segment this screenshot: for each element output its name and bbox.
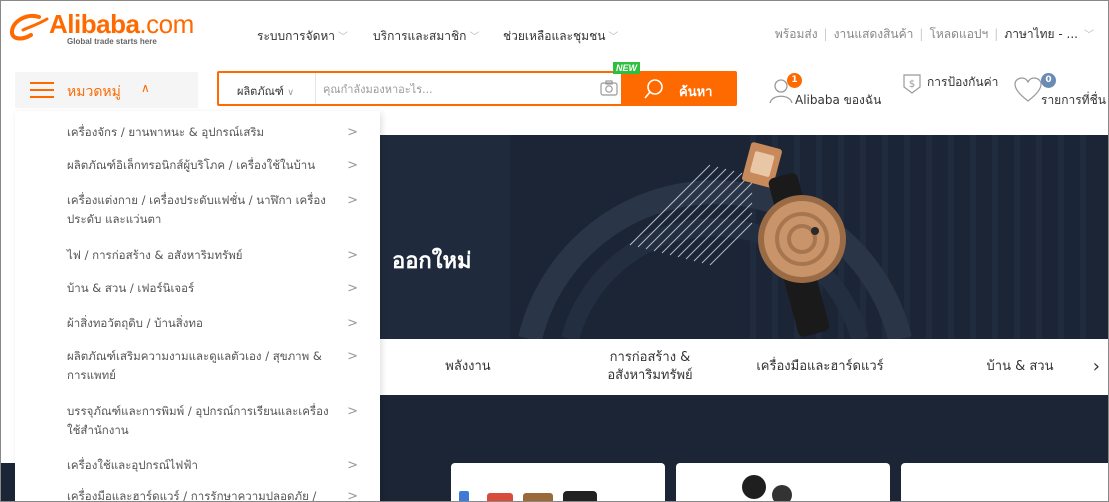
chevron-right-icon: >: [347, 349, 358, 364]
hero-title: ออกใหม่: [392, 249, 472, 274]
chevron-right-icon: >: [347, 316, 358, 331]
search-button[interactable]: ค้นหา: [621, 73, 735, 104]
category-menu: เครื่องจักร / ยานพาหนะ & อุปกรณ์เสริม > ผ…: [15, 111, 380, 502]
chevron-right-icon: >: [347, 158, 358, 173]
nav-services-label: บริการและสมาชิก: [373, 29, 467, 43]
ready-to-ship-link[interactable]: พร้อมส่ง: [775, 27, 818, 41]
strip-category-construction[interactable]: การก่อสร้าง & อสังหาริมทรัพย์: [590, 349, 710, 385]
trade-shows-link[interactable]: งานแสดงสินค้า: [834, 27, 914, 41]
svg-text:$: $: [909, 79, 915, 90]
category-menu-item[interactable]: บ้าน & สวน / เฟอร์นิเจอร์ >: [15, 279, 380, 298]
logo[interactable]: Alibaba.com Global trade starts here: [9, 7, 194, 51]
alibaba-homepage: Alibaba.com Global trade starts here ระบ…: [0, 0, 1109, 502]
favorites-badge: 0: [1041, 73, 1056, 88]
category-menu-item-label: บรรจุภัณฑ์และการพิมพ์ / อุปกรณ์การเรียนแ…: [67, 404, 329, 437]
category-menu-item[interactable]: ผลิตภัณฑ์เสริมความงามและดูแลตัวเอง / สุข…: [15, 347, 380, 385]
hero-illustration: [518, 135, 1086, 339]
logo-wordmark: Alibaba.com: [49, 9, 194, 39]
category-menu-item[interactable]: เครื่องมือและฮาร์ดแวร์ / การรักษาความปลอ…: [15, 487, 380, 502]
strip-category-tools[interactable]: เครื่องมือและฮาร์ดแวร์: [735, 358, 905, 376]
product-card[interactable]: [451, 463, 665, 501]
chevron-down-icon: ∨: [287, 88, 295, 98]
dollar-shield-icon: $: [903, 74, 921, 94]
category-menu-item[interactable]: บรรจุภัณฑ์และการพิมพ์ / อุปกรณ์การเรียนแ…: [15, 402, 380, 440]
nav-sourcing[interactable]: ระบบการจัดหา ﹀: [257, 27, 348, 46]
logo-tagline: Global trade starts here: [67, 37, 157, 46]
categories-label: หมวดหมู่: [67, 84, 121, 100]
top-links: พร้อมส่ง | งานแสดงสินค้า | โหลดแอปฯ | ภาษาไทย …: [774, 27, 1094, 41]
chevron-right-icon: >: [347, 489, 358, 502]
category-menu-item-label: ผ้าสิ่งทอวัตถุดิบ / บ้านสิ่งทอ: [67, 316, 203, 330]
alibaba-logo-icon: [9, 14, 49, 41]
notification-badge: 1: [787, 73, 802, 88]
search-type-label: ผลิตภัณฑ์: [237, 85, 284, 98]
category-menu-item[interactable]: ไฟ / การก่อสร้าง & อสังหาริมทรัพย์ >: [15, 246, 380, 265]
category-menu-item-label: เครื่องใช้และอุปกรณ์ไฟฟ้า: [67, 458, 198, 472]
category-menu-item-label: เครื่องจักร / ยานพาหนะ & อุปกรณ์เสริม: [67, 125, 265, 139]
favorites-label: รายการที่ชื่น: [1041, 93, 1106, 107]
category-menu-item[interactable]: ผลิตภัณฑ์อิเล็กทรอนิกส์ผู้บริโภค / เครื่…: [15, 156, 380, 175]
search-bar: ผลิตภัณฑ์ ∨ ค้นหา: [217, 71, 737, 106]
chevron-right-icon: >: [347, 125, 358, 140]
menu-icon: [30, 82, 54, 98]
category-menu-item-label: ไฟ / การก่อสร้าง & อสังหาริมทรัพย์: [67, 248, 243, 262]
chevron-right-icon: >: [347, 281, 358, 296]
chevron-right-icon: >: [347, 404, 358, 419]
get-app-link[interactable]: โหลดแอปฯ: [929, 27, 988, 41]
promo-section: [380, 395, 1108, 465]
category-menu-item[interactable]: เครื่องจักร / ยานพาหนะ & อุปกรณ์เสริม >: [15, 123, 380, 142]
product-card[interactable]: [676, 463, 890, 501]
my-alibaba-label: Alibaba ของฉัน: [795, 93, 882, 107]
category-menu-item-label: ผลิตภัณฑ์เสริมความงามและดูแลตัวเอง / สุข…: [67, 349, 322, 382]
nav-help[interactable]: ช่วยเหลือและชุมชน ﹀: [503, 27, 618, 46]
nav-services[interactable]: บริการและสมาชิก ﹀: [373, 27, 479, 46]
nav-sourcing-label: ระบบการจัดหา: [257, 29, 336, 43]
chevron-right-icon: >: [347, 458, 358, 473]
my-alibaba-button[interactable]: 1 Alibaba ของฉัน: [765, 71, 881, 115]
search-input[interactable]: [323, 79, 583, 99]
chevron-right-icon: >: [347, 193, 358, 208]
camera-icon[interactable]: [600, 80, 618, 96]
trade-assurance-label: การป้องกันค่า: [927, 75, 999, 89]
search-type-dropdown[interactable]: ผลิตภัณฑ์ ∨: [219, 73, 316, 104]
nav-help-label: ช่วยเหลือและชุมชน: [503, 29, 606, 43]
strip-category-home-garden[interactable]: บ้าน & สวน: [970, 358, 1070, 376]
hero-banner[interactable]: ออกใหม่: [380, 135, 1108, 339]
category-menu-item-label: เครื่องมือและฮาร์ดแวร์ / การรักษาความปลอ…: [67, 489, 317, 502]
strip-category-energy[interactable]: พลังงาน: [428, 358, 508, 376]
chevron-down-icon: ﹀: [469, 32, 480, 43]
category-menu-item-label: เครื่องแต่งกาย / เครื่องประดับแฟชั่น / น…: [67, 193, 326, 226]
category-menu-item[interactable]: ผ้าสิ่งทอวัตถุดิบ / บ้านสิ่งทอ >: [15, 314, 380, 333]
top-bar: Alibaba.com Global trade starts here ระบ…: [1, 1, 1108, 63]
new-badge: NEW: [613, 62, 640, 74]
categories-button[interactable]: หมวดหมู่ ∧: [15, 72, 198, 108]
search-icon: [644, 79, 663, 99]
chevron-right-icon: >: [347, 248, 358, 263]
category-menu-item[interactable]: เครื่องใช้และอุปกรณ์ไฟฟ้า >: [15, 456, 380, 475]
chevron-down-icon: ﹀: [608, 32, 619, 43]
search-button-label: ค้นหา: [679, 85, 713, 100]
chevron-right-icon[interactable]: ›: [1093, 356, 1100, 377]
heart-icon: [1014, 77, 1042, 102]
category-menu-item[interactable]: เครื่องแต่งกาย / เครื่องประดับแฟชั่น / น…: [15, 191, 380, 229]
category-strip: พลังงาน การก่อสร้าง & อสังหาริมทรัพย์ เค…: [380, 339, 1108, 395]
chevron-down-icon: ﹀: [338, 32, 349, 43]
product-card[interactable]: [901, 463, 1108, 501]
category-menu-item-label: ผลิตภัณฑ์อิเล็กทรอนิกส์ผู้บริโภค / เครื่…: [67, 158, 316, 172]
chevron-down-icon: ﹀: [1084, 30, 1094, 41]
chevron-up-icon: ∧: [141, 81, 150, 95]
category-menu-item-label: บ้าน & สวน / เฟอร์นิเจอร์: [67, 281, 195, 295]
language-selector[interactable]: ภาษาไทย - ...: [1004, 27, 1078, 41]
